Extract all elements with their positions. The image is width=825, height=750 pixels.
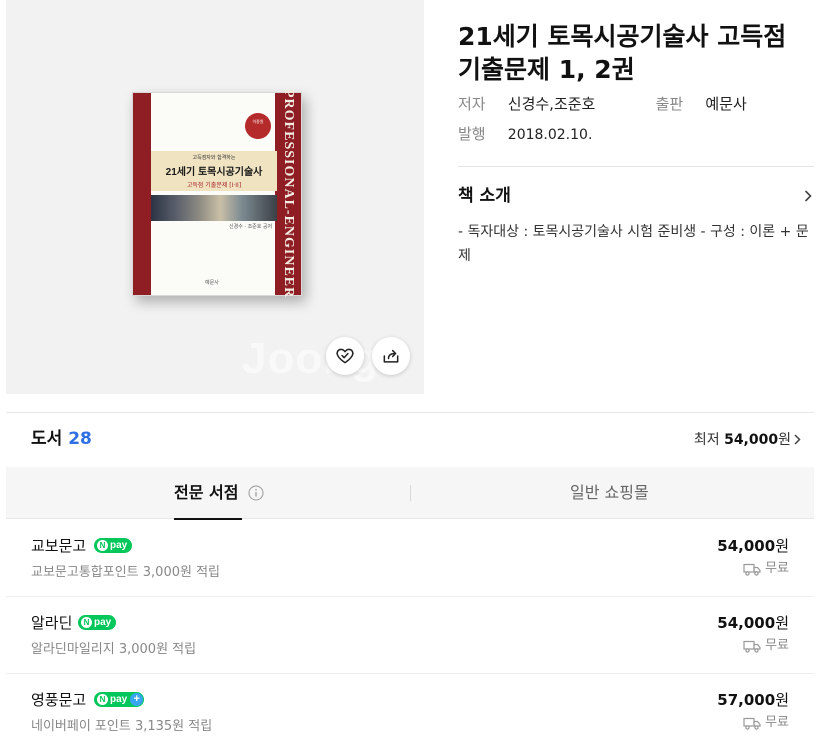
book-cover-publisher: 예문사 [205,280,219,286]
book-cover-subtitle: 고득점자와 합격하는 [192,155,236,161]
product-title: 21세기 토목시공기술사 고득점 기출문제 1, 2권 [458,22,787,84]
author-label: 저자 [458,95,486,113]
tab-separator [410,485,411,501]
npay-badge: Npay [94,538,133,553]
chevron-right-icon [794,434,801,445]
seller-shipping-text: 무료 [765,715,789,730]
seller-price-value: 54,000 [717,537,776,555]
npay-n-icon: N [81,617,92,628]
seller-shipping: 무료 [743,637,789,655]
lowest-price-suffix: 원 [778,432,791,448]
section-divider [6,412,814,413]
seller-point: 교보문고통합포인트 3,000원 적립 [31,565,221,580]
info-icon[interactable] [248,485,264,501]
tab-pro-bookstore[interactable]: 전문 서점 [174,467,242,520]
seller-row[interactable]: 알라딘 Npay 알라딘마일리지 3,000원 적립 54,000원 무료 [6,597,814,674]
plus-icon: + [130,693,144,706]
seller-point: 알라딘마일리지 3,000원 적립 [31,642,197,657]
book-cover-left-strip [133,93,151,295]
seller-point: 네이버페이 포인트 3,135원 적립 [31,719,213,734]
book-spine-text-wrap: PROFESSIONAL-ENGINEER [275,89,301,298]
date-value: 2018.02.10. [507,127,593,143]
chevron-right-icon [804,190,812,202]
product-image-panel: Joongo PROFESSIONAL-ENGINEER 이종원 고득점자와 합… [6,0,424,394]
listing-count-number: 28 [68,429,92,449]
book-intro-title: 책 소개 [458,186,511,206]
npay-badge: Npay [78,615,117,630]
author-value[interactable]: 신경수,조준호 [508,94,651,114]
book-intro-text: - 독자대상 : 토목시공기술사 시험 준비생 - 구성 : 이론 + 문제 [458,224,809,264]
seller-row[interactable]: 영풍문고 Npay + 네이버페이 포인트 3,135원 적립 57,000원 무… [6,674,814,750]
npay-label: pay [110,540,128,551]
book-cover-authors: 신경수 · 조준호 공저 [229,224,273,230]
store-type-tabs: 전문 서점 일반 쇼핑몰 [6,467,814,520]
book-cover-image[interactable]: PROFESSIONAL-ENGINEER 이종원 고득점자와 합격하는 21세… [132,89,302,299]
npay-label: pay [94,617,112,628]
share-button[interactable] [372,337,410,375]
listing-label: 도서 [31,429,63,449]
seller-price-value: 57,000 [717,691,776,709]
seller-price[interactable]: 54,000원 [717,536,789,556]
heart-check-icon [336,348,354,364]
tab-general-mall[interactable]: 일반 쇼핑몰 [570,467,670,519]
npay-plus-badge: Npay + [94,692,145,707]
lowest-price-prefix: 최저 [693,432,720,448]
seller-price-won: 원 [775,614,789,632]
date-label: 발행 [458,125,486,143]
book-spine-text: PROFESSIONAL-ENGINEER [281,89,296,299]
seller-shipping-text: 무료 [765,638,789,653]
truck-icon [743,717,761,730]
book-cover-photo-strip [151,195,277,221]
seller-list: 교보문고 Npay 교보문고통합포인트 3,000원 적립 54,000원 무료… [6,520,814,750]
seller-price-won: 원 [775,537,789,555]
seller-shipping: 무료 [743,714,789,732]
npay-n-icon: N [97,694,108,705]
seller-row[interactable]: 교보문고 Npay 교보문고통합포인트 3,000원 적립 54,000원 무료 [6,520,814,597]
book-cover-band: 고득점자와 합격하는 21세기 토목시공기술사 고득점 기출문제 [I·II] [151,151,277,191]
seller-price[interactable]: 54,000원 [717,613,789,633]
seller-price-value: 54,000 [717,614,776,632]
seller-name[interactable]: 알라딘 [31,613,72,633]
book-cover-badge: 이종원 [245,113,271,139]
listing-count: 도서 28 [31,428,92,450]
book-cover-subtitle-2: 고득점 기출문제 [I·II] [186,182,242,189]
book-cover-title: 21세기 토목시공기술사 [165,167,263,178]
lowest-price-link[interactable]: 최저 54,000원 [694,430,791,450]
date-row: 발행 2018.02.10. [458,124,592,144]
like-button[interactable] [326,337,364,375]
publisher-value[interactable]: 예문사 [705,94,746,114]
truck-icon [743,563,761,576]
npay-label: pay [110,694,128,705]
seller-shipping-text: 무료 [765,561,789,576]
lowest-price-value: 54,000 [724,432,779,448]
share-icon [383,349,399,363]
truck-icon [743,640,761,653]
seller-price-won: 원 [775,691,789,709]
book-intro-header[interactable]: 책 소개 [458,184,814,208]
tab-general-label: 일반 쇼핑몰 [570,483,649,502]
npay-n-icon: N [97,540,108,551]
tab-pro-label: 전문 서점 [174,483,239,502]
seller-name[interactable]: 교보문고 [31,536,86,556]
seller-shipping: 무료 [743,560,789,578]
publisher-label: 출판 [655,95,684,113]
seller-name[interactable]: 영풍문고 [31,690,86,710]
author-publisher-row: 저자 신경수,조준호 출판 예문사 [458,94,747,114]
seller-price[interactable]: 57,000원 [717,690,789,710]
info-divider [458,166,814,167]
